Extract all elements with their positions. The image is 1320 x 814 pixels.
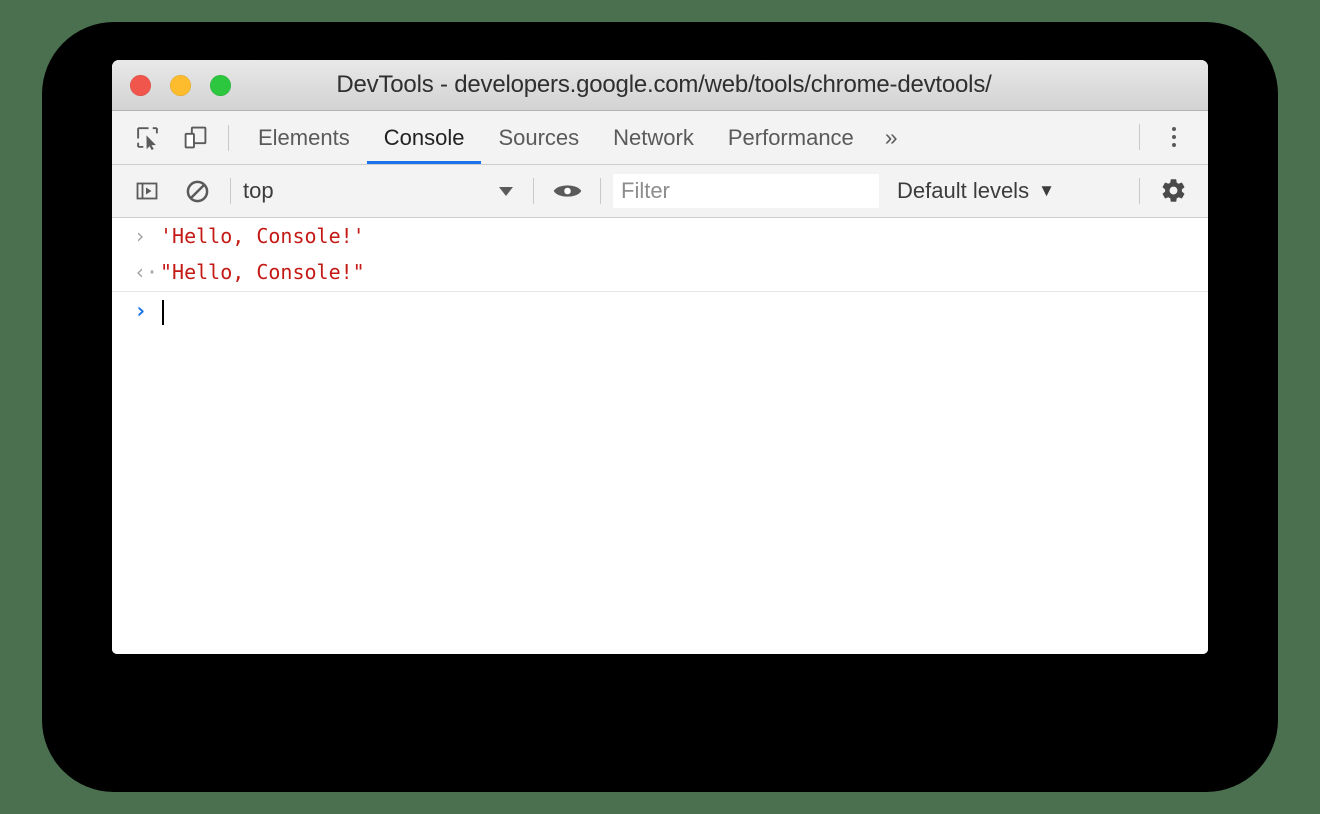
- kebab-dot: [1172, 143, 1176, 147]
- eye-divider: [600, 178, 601, 204]
- chevron-down-icon: [499, 186, 513, 196]
- console-prompt-chevron-icon: ›: [134, 299, 148, 324]
- tab-console[interactable]: Console: [367, 112, 482, 164]
- kebab-dot: [1172, 135, 1176, 139]
- filter-input[interactable]: [613, 174, 879, 208]
- maximize-button[interactable]: [210, 74, 231, 96]
- inspect-element-icon[interactable]: [126, 116, 168, 160]
- chevron-right-icon: ›: [134, 224, 147, 248]
- context-divider: [533, 178, 534, 204]
- console-toolbar-right-group: [1127, 165, 1208, 216]
- window-title: DevTools - developers.google.com/web/too…: [336, 71, 992, 98]
- console-sidebar-toggle-icon[interactable]: [126, 169, 168, 213]
- console-toolbar-divider: [230, 178, 231, 204]
- console-message-list[interactable]: › 'Hello, Console!' ‹· "Hello, Console!"…: [112, 218, 1208, 654]
- tab-sources[interactable]: Sources: [481, 112, 596, 164]
- tabbar-divider: [228, 124, 229, 151]
- tab-performance[interactable]: Performance: [711, 112, 871, 164]
- log-levels-dropdown[interactable]: Default levels ▼: [897, 178, 1055, 204]
- close-button[interactable]: [130, 74, 151, 96]
- console-output-row: ‹· "Hello, Console!": [112, 254, 1208, 292]
- chevron-left-icon: ‹·: [134, 260, 159, 284]
- kebab-dot: [1172, 127, 1176, 131]
- tab-network[interactable]: Network: [596, 112, 711, 164]
- clear-console-icon[interactable]: [176, 169, 218, 213]
- execution-context-dropdown[interactable]: top: [243, 174, 521, 208]
- title-bar: DevTools - developers.google.com/web/too…: [112, 60, 1208, 111]
- execution-context-value: top: [243, 178, 274, 203]
- kebab-menu-icon[interactable]: [1152, 115, 1196, 159]
- eye-icon[interactable]: [546, 169, 588, 213]
- tabbar-right-divider: [1139, 124, 1140, 150]
- console-prompt-row[interactable]: ›: [112, 292, 1208, 332]
- minimize-button[interactable]: [170, 74, 191, 96]
- log-levels-value: Default levels: [897, 178, 1030, 203]
- console-output-text: "Hello, Console!": [160, 260, 365, 284]
- panel-tabbar: Elements Console Sources Network Perform…: [112, 111, 1208, 165]
- devtools-window: DevTools - developers.google.com/web/too…: [112, 60, 1208, 654]
- device-toolbar-icon[interactable]: [174, 116, 216, 160]
- console-input-text: 'Hello, Console!': [160, 224, 365, 248]
- tab-overflow-chevron-icon[interactable]: »: [871, 112, 912, 164]
- chevron-down-icon: ▼: [1038, 181, 1055, 200]
- settings-divider: [1139, 177, 1140, 204]
- console-result-marker-icon: ‹·: [134, 254, 160, 290]
- tabbar-right-group: [1127, 111, 1208, 163]
- console-toolbar: top Default levels ▼: [112, 165, 1208, 218]
- tab-elements[interactable]: Elements: [241, 112, 367, 164]
- gear-icon[interactable]: [1152, 169, 1194, 213]
- text-cursor: [162, 299, 164, 325]
- console-input-row: › 'Hello, Console!': [112, 218, 1208, 254]
- console-prompt-marker-icon: ›: [134, 218, 160, 254]
- window-controls: [130, 60, 231, 110]
